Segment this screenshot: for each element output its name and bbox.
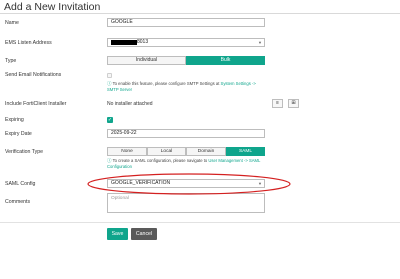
chevron-down-icon: ▼ [258,40,262,45]
expiry-date-label: Expiry Date [5,131,32,137]
include-installer-label: Include FortiClient Installer [5,101,67,107]
type-label: Type [5,58,17,64]
saml-note: ⓘ To create a SAML configuration, please… [107,158,267,169]
verification-local-button[interactable]: Local [147,147,186,156]
verification-type-label: Verification Type [5,149,43,155]
send-email-checkbox[interactable] [107,73,112,78]
name-input-value: GOOGLE [111,19,133,25]
installer-status: No installer attached [107,101,153,107]
comments-placeholder: Optional [111,196,129,201]
redacted-address [111,40,137,45]
verification-saml-button[interactable]: SAML [226,147,265,156]
plus-square-icon: ⊞ [291,100,296,106]
comments-textarea[interactable]: Optional [107,193,265,213]
info-circle-icon: ⓘ [107,158,112,163]
smtp-note-text: To enable this feature, please configure… [112,81,221,86]
expiry-date-input[interactable]: 2025-09-22 [107,129,265,138]
installer-add-button[interactable]: ⊞ [288,99,299,108]
saml-config-select[interactable]: GOOGLE_VERIFICATION ▼ [107,179,265,188]
chevron-down-icon: ▼ [258,181,262,186]
list-icon: ≡ [276,100,279,106]
ems-listen-address-select[interactable]: 8013 ▼ [107,38,265,47]
verification-none-button[interactable]: None [107,147,147,156]
ems-address-suffix: 8013 [137,39,149,45]
send-email-label: Send Email Notifications [5,72,62,78]
smtp-note: ⓘ To enable this feature, please configu… [107,81,267,92]
comments-label: Comments [5,199,31,205]
type-individual-button[interactable]: Individual [107,56,186,65]
info-circle-icon: ⓘ [107,81,112,86]
ems-listen-address-label: EMS Listen Address [5,40,52,46]
installer-list-button[interactable]: ≡ [272,99,283,108]
title-divider [0,13,400,14]
footer-divider [0,222,400,223]
saml-note-text: To create a SAML configuration, please n… [112,158,209,163]
expiring-label: Expiring [5,117,24,123]
name-input[interactable]: GOOGLE [107,18,265,27]
cancel-button[interactable]: Cancel [131,228,157,240]
expiring-checkbox[interactable]: ✓ [107,117,113,123]
saml-config-label: SAML Config [5,181,36,187]
save-button[interactable]: Save [107,228,128,240]
expiry-date-value: 2025-09-22 [111,130,137,136]
verification-domain-button[interactable]: Domain [186,147,226,156]
name-label: Name [5,20,19,26]
page-title: Add a New Invitation [4,1,101,13]
type-bulk-button[interactable]: Bulk [186,56,265,65]
checkmark-icon: ✓ [107,117,113,123]
saml-config-value: GOOGLE_VERIFICATION [111,180,171,186]
